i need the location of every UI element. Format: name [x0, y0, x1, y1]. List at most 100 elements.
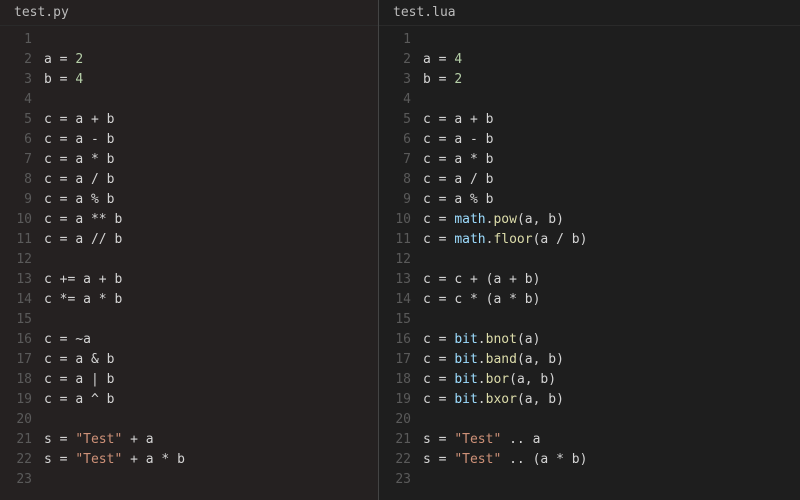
token-id: a	[75, 232, 83, 247]
token-op: =	[431, 232, 454, 247]
token-op: =	[52, 52, 75, 67]
tab-filename-left[interactable]: test.py	[14, 5, 69, 20]
code-area-left[interactable]: a = 2b = 4 c = a + bc = a - bc = a * bc …	[44, 30, 378, 500]
editor-pane-right: test.lua 1234567891011121314151617181920…	[378, 0, 800, 500]
token-op: +	[83, 112, 106, 127]
code-line[interactable]: c = a ^ b	[44, 390, 378, 410]
token-obj: math	[454, 232, 485, 247]
code-line[interactable]: s = "Test" .. a	[423, 430, 800, 450]
code-line[interactable]: c = c + (a + b)	[423, 270, 800, 290]
line-number: 1	[0, 30, 32, 50]
token-id: a	[75, 112, 83, 127]
line-number: 17	[379, 350, 411, 370]
line-number: 22	[379, 450, 411, 470]
code-line[interactable]: c = math.floor(a / b)	[423, 230, 800, 250]
code-line[interactable]: c = a * b	[423, 150, 800, 170]
code-line[interactable]: c = bit.bxor(a, b)	[423, 390, 800, 410]
code-line[interactable]: c = a + b	[423, 110, 800, 130]
code-line[interactable]: c = a * b	[44, 150, 378, 170]
token-op: =	[52, 132, 75, 147]
code-line[interactable]	[423, 90, 800, 110]
token-id: c	[423, 192, 431, 207]
line-number: 15	[0, 310, 32, 330]
code-line[interactable]: c = a // b	[44, 230, 378, 250]
tab-filename-right[interactable]: test.lua	[393, 5, 456, 20]
code-line[interactable]: c = bit.bor(a, b)	[423, 370, 800, 390]
code-line[interactable]: b = 2	[423, 70, 800, 90]
code-area-right[interactable]: a = 4b = 2 c = a + bc = a - bc = a * bc …	[423, 30, 800, 500]
token-id: b	[548, 352, 556, 367]
token-op: =	[52, 152, 75, 167]
code-line[interactable]: c = a / b	[44, 170, 378, 190]
code-line[interactable]: a = 2	[44, 50, 378, 70]
token-id: b	[486, 112, 494, 127]
token-op: =	[431, 192, 454, 207]
token-id: c	[44, 372, 52, 387]
token-op: /	[548, 232, 571, 247]
code-line[interactable]	[423, 30, 800, 50]
line-number: 2	[0, 50, 32, 70]
code-line[interactable]	[44, 310, 378, 330]
code-line[interactable]: c = c * (a * b)	[423, 290, 800, 310]
token-op: =	[431, 172, 454, 187]
tab-bar-left: test.py	[0, 0, 378, 26]
token-fn: bor	[486, 372, 509, 387]
code-line[interactable]	[423, 310, 800, 330]
code-line[interactable]	[44, 30, 378, 50]
code-line[interactable]: c = ~a	[44, 330, 378, 350]
code-line[interactable]: c = a % b	[44, 190, 378, 210]
code-line[interactable]: c *= a * b	[44, 290, 378, 310]
token-id: a	[75, 372, 83, 387]
token-op: .. (	[501, 452, 540, 467]
line-number: 18	[0, 370, 32, 390]
code-line[interactable]: s = "Test" + a * b	[44, 450, 378, 470]
code-line[interactable]	[44, 90, 378, 110]
line-number: 10	[0, 210, 32, 230]
token-id: a	[75, 152, 83, 167]
code-line[interactable]: c += a + b	[44, 270, 378, 290]
code-line[interactable]	[423, 250, 800, 270]
code-line[interactable]: c = a % b	[423, 190, 800, 210]
code-line[interactable]: a = 4	[423, 50, 800, 70]
editor-right[interactable]: 1234567891011121314151617181920212223 a …	[379, 26, 800, 500]
line-number: 13	[0, 270, 32, 290]
token-id: a	[75, 192, 83, 207]
code-line[interactable]: b = 4	[44, 70, 378, 90]
token-op: |	[83, 372, 106, 387]
token-op: /	[83, 172, 106, 187]
token-id: c	[44, 212, 52, 227]
token-op: +	[122, 452, 145, 467]
line-number: 7	[0, 150, 32, 170]
code-line[interactable]: s = "Test" + a	[44, 430, 378, 450]
code-line[interactable]	[44, 470, 378, 490]
code-line[interactable]: c = bit.band(a, b)	[423, 350, 800, 370]
token-obj: bit	[454, 332, 477, 347]
line-number: 15	[379, 310, 411, 330]
token-op: ,	[533, 352, 549, 367]
code-line[interactable]: c = a - b	[44, 130, 378, 150]
code-line[interactable]: c = a ** b	[44, 210, 378, 230]
code-line[interactable]	[44, 250, 378, 270]
editor-left[interactable]: 1234567891011121314151617181920212223 a …	[0, 26, 378, 500]
token-id: b	[107, 112, 115, 127]
token-id: b	[107, 152, 115, 167]
code-line[interactable]: c = a - b	[423, 130, 800, 150]
code-line[interactable]	[44, 410, 378, 430]
code-line[interactable]: c = a & b	[44, 350, 378, 370]
code-line[interactable]: c = math.pow(a, b)	[423, 210, 800, 230]
line-number: 10	[379, 210, 411, 230]
token-id: c	[423, 392, 431, 407]
line-number: 4	[379, 90, 411, 110]
token-id: a	[454, 112, 462, 127]
line-number: 5	[0, 110, 32, 130]
code-line[interactable]: c = a | b	[44, 370, 378, 390]
code-line[interactable]	[423, 410, 800, 430]
line-number: 21	[0, 430, 32, 450]
token-op: =	[431, 372, 454, 387]
code-line[interactable]	[423, 470, 800, 490]
code-line[interactable]: s = "Test" .. (a * b)	[423, 450, 800, 470]
code-line[interactable]: c = a / b	[423, 170, 800, 190]
code-line[interactable]: c = a + b	[44, 110, 378, 130]
code-line[interactable]: c = bit.bnot(a)	[423, 330, 800, 350]
tab-bar-right: test.lua	[379, 0, 800, 26]
